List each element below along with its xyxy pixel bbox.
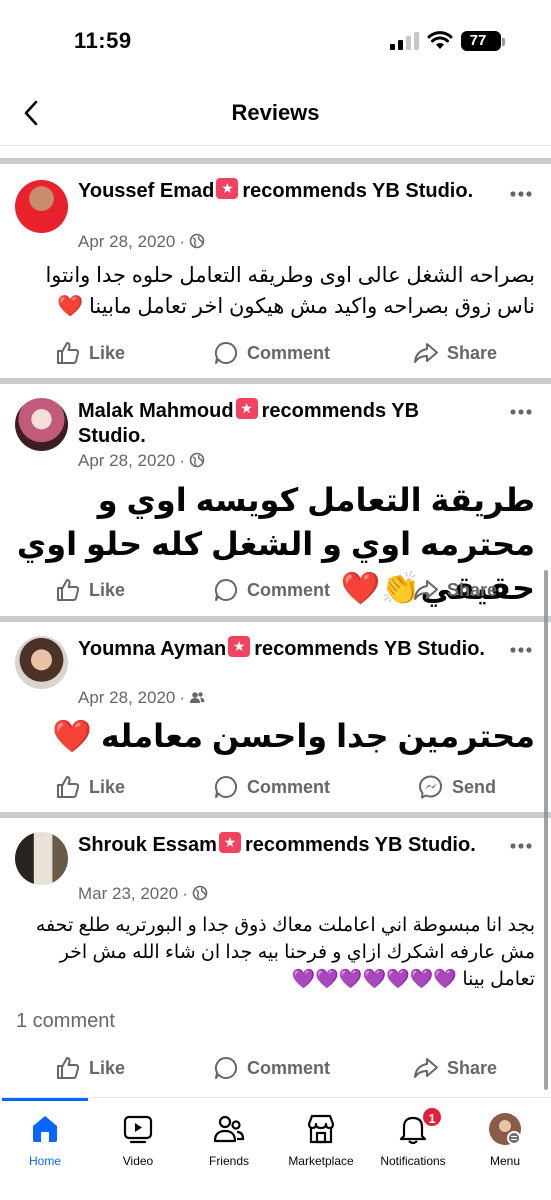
reviewer-name[interactable]: Youssef Emad	[78, 180, 214, 202]
recommend-star-icon	[218, 832, 241, 853]
tab-friends[interactable]: Friends	[179, 1106, 279, 1168]
status-time: 11:59	[74, 28, 132, 53]
review-text: بجد انا مبسوطة اني اعاملت معاك ذوق جدا و…	[35, 915, 535, 990]
friends-icon	[190, 692, 205, 703]
tab-notifications[interactable]: 1 Notifications	[363, 1106, 463, 1168]
share-arrow-icon	[414, 580, 438, 600]
comment-bubble-icon	[214, 341, 238, 364]
comment-bubble-icon	[214, 775, 238, 798]
avatar[interactable]	[15, 398, 68, 451]
avatar[interactable]	[15, 180, 68, 233]
cellular-signal-icon	[390, 32, 419, 50]
globe-icon	[192, 885, 208, 901]
tab-home[interactable]: Home	[0, 1106, 95, 1168]
reviewer-header: Youssef Emad recommends YB Studio.	[78, 178, 491, 204]
home-icon	[33, 1116, 57, 1142]
post-date[interactable]: Apr 28, 2020	[78, 232, 175, 251]
avatar[interactable]	[15, 636, 68, 689]
comment-button[interactable]: Comment	[213, 568, 330, 612]
post-date[interactable]: Mar 23, 2020	[78, 884, 178, 903]
reviewer-header: Youmna Ayman recommends YB Studio.	[78, 636, 491, 662]
tab-marketplace[interactable]: Marketplace	[271, 1106, 371, 1168]
share-button[interactable]: Share	[413, 568, 497, 612]
globe-icon	[189, 452, 205, 468]
share-button[interactable]: Share	[413, 331, 497, 375]
like-button[interactable]: Like	[55, 568, 125, 612]
reviewer-header: Shrouk Essam recommends YB Studio.	[78, 832, 491, 858]
post-meta: Apr 28, 2020 ·	[78, 451, 205, 471]
post-actions: Like Comment Share	[0, 1046, 551, 1090]
post-meta: Apr 28, 2020 ·	[78, 232, 205, 252]
avatar[interactable]	[15, 832, 68, 885]
post-actions: Like Comment Share	[0, 568, 551, 612]
more-options-icon[interactable]	[509, 190, 533, 198]
tab-menu[interactable]: Menu	[455, 1106, 551, 1168]
battery-icon: 77	[461, 31, 505, 51]
navigation-header: Reviews	[0, 80, 551, 146]
marketplace-icon	[307, 1114, 335, 1144]
notification-badge: 1	[421, 1106, 443, 1128]
review-text: بصراحه الشغل عالى اوى وطريقه التعامل حلو…	[45, 264, 535, 318]
globe-icon	[189, 233, 205, 249]
like-button[interactable]: Like	[55, 765, 125, 809]
recommend-star-icon	[235, 398, 258, 419]
send-button[interactable]: Send	[418, 765, 496, 809]
like-button[interactable]: Like	[55, 331, 125, 375]
recommend-star-icon	[228, 636, 251, 657]
share-button[interactable]: Share	[413, 1046, 497, 1090]
tab-video[interactable]: Video	[88, 1106, 188, 1168]
review-card: Shrouk Essam recommends YB Studio. Mar 23…	[0, 818, 551, 1097]
bottom-tab-bar: Home Video Friends Marketplace 1 Notific…	[0, 1097, 551, 1200]
recommends-text[interactable]: recommends YB Studio.	[242, 180, 473, 202]
battery-level: 77	[469, 32, 487, 49]
more-options-icon[interactable]	[509, 408, 533, 416]
messenger-icon	[418, 775, 443, 799]
comment-button[interactable]: Comment	[213, 1046, 330, 1090]
post-actions: Like Comment Send	[0, 765, 551, 809]
review-card: Youmna Ayman recommends YB Studio. Apr 28…	[0, 622, 551, 812]
post-meta: Mar 23, 2020 ·	[78, 884, 208, 904]
like-thumb-icon	[57, 342, 80, 364]
reviewer-name[interactable]: Malak Mahmoud	[78, 400, 234, 422]
like-thumb-icon	[57, 1057, 80, 1079]
status-bar: 11:59 77	[0, 0, 551, 80]
like-thumb-icon	[57, 776, 80, 798]
share-arrow-icon	[414, 1058, 438, 1078]
wifi-icon	[427, 31, 453, 49]
reviewer-name[interactable]: Shrouk Essam	[78, 834, 217, 856]
more-options-icon[interactable]	[509, 646, 533, 654]
menu-avatar-icon	[489, 1113, 521, 1145]
reviewer-header: Malak Mahmoudrecommends YB Studio.	[78, 398, 491, 449]
more-options-icon[interactable]	[509, 842, 533, 850]
like-thumb-icon	[57, 579, 80, 601]
scrollbar[interactable]	[544, 570, 548, 1090]
share-arrow-icon	[414, 343, 438, 363]
comment-button[interactable]: Comment	[213, 765, 330, 809]
reviewer-name[interactable]: Youmna Ayman	[78, 638, 226, 660]
active-tab-indicator	[2, 1098, 88, 1101]
review-text: محترمين جدا واحسن معامله ❤️	[52, 718, 535, 754]
post-actions: Like Comment Share	[0, 331, 551, 375]
comment-bubble-icon	[214, 1056, 238, 1079]
comment-count[interactable]: 1 comment	[16, 1010, 115, 1033]
recommend-star-icon	[216, 178, 239, 199]
recommends-text[interactable]: recommends YB Studio.	[245, 834, 476, 856]
post-meta: Apr 28, 2020 ·	[78, 688, 205, 708]
recommends-text[interactable]: recommends YB Studio.	[254, 638, 485, 660]
post-date[interactable]: Apr 28, 2020	[78, 688, 175, 707]
review-card: Malak Mahmoudrecommends YB Studio. Apr 2…	[0, 384, 551, 616]
page-title: Reviews	[231, 100, 320, 125]
like-button[interactable]: Like	[55, 1046, 125, 1090]
friends-icon	[213, 1115, 245, 1143]
comment-bubble-icon	[214, 578, 238, 601]
comment-button[interactable]: Comment	[213, 331, 330, 375]
video-icon	[123, 1115, 153, 1144]
post-date[interactable]: Apr 28, 2020	[78, 451, 175, 470]
review-card: Youssef Emad recommends YB Studio. Apr 28…	[0, 164, 551, 378]
